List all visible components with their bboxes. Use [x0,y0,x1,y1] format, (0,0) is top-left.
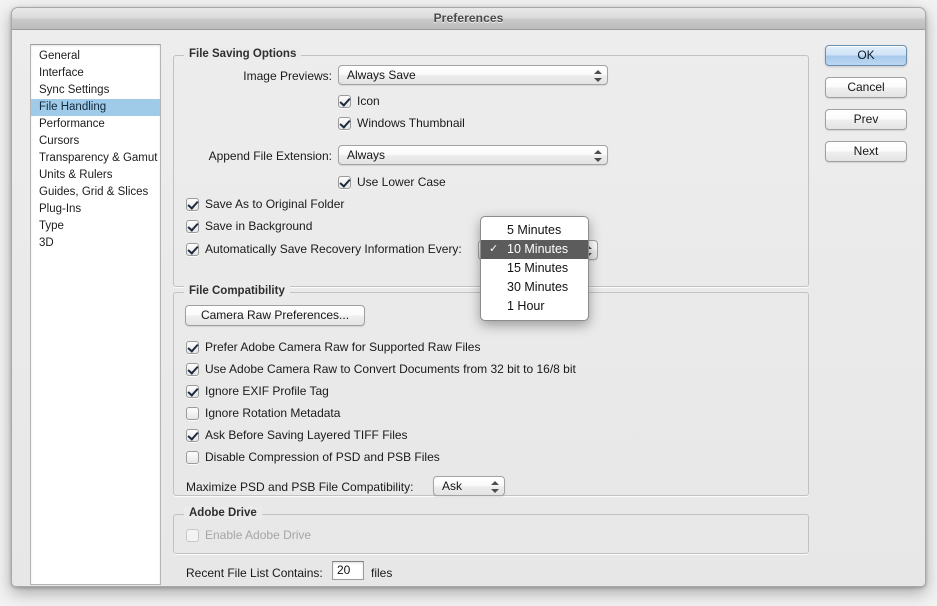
prefer-camera-raw-checkbox[interactable] [186,340,199,354]
prefer-camera-raw-checkbox-row[interactable]: Prefer Adobe Camera Raw for Supported Ra… [186,340,480,354]
camera-raw-preferences-button[interactable]: Camera Raw Preferences... [185,305,365,326]
ignore-rotation-checkbox-row[interactable]: Ignore Rotation Metadata [186,406,340,420]
menu-item-15-minutes[interactable]: 15 Minutes [481,259,588,278]
use-lower-case-checkbox-row[interactable]: Use Lower Case [338,175,446,189]
maximize-compatibility-select[interactable]: Ask [433,476,505,496]
save-in-background-label: Save in Background [205,219,313,233]
menu-item-30-minutes[interactable]: 30 Minutes [481,278,588,297]
auto-save-interval-menu[interactable]: 5 Minutes 10 Minutes 15 Minutes 30 Minut… [480,216,589,321]
stepper-arrows-icon [594,69,602,83]
save-in-background-checkbox[interactable] [186,219,199,233]
adobe-drive-legend: Adobe Drive [184,507,262,519]
ignore-rotation-checkbox[interactable] [186,406,199,420]
window-title: Preferences [433,11,504,25]
window-titlebar: Preferences [12,8,925,30]
auto-save-recovery-label: Automatically Save Recovery Information … [205,242,462,256]
disable-compression-checkbox-row[interactable]: Disable Compression of PSD and PSB Files [186,450,440,464]
ask-before-saving-tiff-label: Ask Before Saving Layered TIFF Files [205,428,408,442]
sidebar-item-file-handling[interactable]: File Handling [31,99,160,116]
preferences-window: Preferences General Interface Sync Setti… [11,7,926,587]
use-lower-case-checkbox-label: Use Lower Case [357,175,446,189]
ok-button[interactable]: OK [825,45,907,66]
file-saving-options-legend: File Saving Options [184,48,302,60]
convert-documents-checkbox-row[interactable]: Use Adobe Camera Raw to Convert Document… [186,362,576,376]
ask-before-saving-tiff-checkbox-row[interactable]: Ask Before Saving Layered TIFF Files [186,428,408,442]
sidebar-item-guides-grid-slices[interactable]: Guides, Grid & Slices [31,184,160,201]
next-button[interactable]: Next [825,141,907,162]
enable-adobe-drive-checkbox-row: Enable Adobe Drive [186,528,311,542]
menu-item-5-minutes[interactable]: 5 Minutes [481,221,588,240]
sidebar-item-transparency-gamut[interactable]: Transparency & Gamut [31,150,160,167]
save-as-original-folder-checkbox[interactable] [186,197,199,211]
recent-file-list-suffix: files [371,566,393,580]
append-file-extension-select[interactable]: Always [338,145,608,165]
window-body: General Interface Sync Settings File Han… [12,30,925,586]
sidebar-item-sync-settings[interactable]: Sync Settings [31,82,160,99]
ignore-exif-label: Ignore EXIF Profile Tag [205,384,329,398]
save-as-original-folder-checkbox-row[interactable]: Save As to Original Folder [186,197,344,211]
disable-compression-checkbox[interactable] [186,450,199,464]
sidebar-item-cursors[interactable]: Cursors [31,133,160,150]
recent-file-list-label: Recent File List Contains: [186,566,323,580]
ignore-rotation-label: Ignore Rotation Metadata [205,406,341,420]
append-file-extension-label: Append File Extension: [208,149,332,163]
icon-checkbox[interactable] [338,94,351,108]
category-sidebar[interactable]: General Interface Sync Settings File Han… [30,44,161,585]
maximize-compatibility-value: Ask [442,479,463,493]
recent-file-list-input[interactable]: 20 [332,561,364,580]
enable-adobe-drive-label: Enable Adobe Drive [205,528,312,542]
save-in-background-checkbox-row[interactable]: Save in Background [186,219,312,233]
ignore-exif-checkbox[interactable] [186,384,199,398]
auto-save-recovery-checkbox-row[interactable]: Automatically Save Recovery Information … [186,242,462,256]
prev-button[interactable]: Prev [825,109,907,130]
sidebar-item-units-rulers[interactable]: Units & Rulers [31,167,160,184]
image-previews-label: Image Previews: [243,69,332,83]
enable-adobe-drive-checkbox [186,528,199,542]
ignore-exif-checkbox-row[interactable]: Ignore EXIF Profile Tag [186,384,329,398]
menu-item-1-hour[interactable]: 1 Hour [481,297,588,316]
sidebar-item-general[interactable]: General [31,48,160,65]
disable-compression-label: Disable Compression of PSD and PSB Files [205,450,440,464]
convert-documents-checkbox[interactable] [186,362,199,376]
image-previews-value: Always Save [347,68,416,82]
windows-thumbnail-checkbox-label: Windows Thumbnail [357,116,465,130]
save-as-original-folder-label: Save As to Original Folder [205,197,345,211]
prefer-camera-raw-label: Prefer Adobe Camera Raw for Supported Ra… [205,340,481,354]
use-lower-case-checkbox[interactable] [338,175,351,189]
file-compatibility-legend: File Compatibility [184,285,290,297]
stepper-arrows-icon [491,480,499,494]
convert-documents-label: Use Adobe Camera Raw to Convert Document… [205,362,576,376]
windows-thumbnail-checkbox-row[interactable]: Windows Thumbnail [338,116,465,130]
append-file-extension-value: Always [347,148,386,162]
cancel-button[interactable]: Cancel [825,77,907,98]
auto-save-recovery-checkbox[interactable] [186,242,199,256]
icon-checkbox-label: Icon [357,94,380,108]
sidebar-item-plug-ins[interactable]: Plug-Ins [31,201,160,218]
stepper-arrows-icon [594,149,602,163]
sidebar-item-3d[interactable]: 3D [31,235,160,252]
maximize-compatibility-label: Maximize PSD and PSB File Compatibility: [186,480,414,494]
ask-before-saving-tiff-checkbox[interactable] [186,428,199,442]
menu-item-10-minutes[interactable]: 10 Minutes [481,240,588,259]
image-previews-select[interactable]: Always Save [338,65,608,85]
sidebar-item-performance[interactable]: Performance [31,116,160,133]
sidebar-item-type[interactable]: Type [31,218,160,235]
icon-checkbox-row[interactable]: Icon [338,94,380,108]
sidebar-item-interface[interactable]: Interface [31,65,160,82]
category-list: General Interface Sync Settings File Han… [31,45,160,252]
windows-thumbnail-checkbox[interactable] [338,116,351,130]
